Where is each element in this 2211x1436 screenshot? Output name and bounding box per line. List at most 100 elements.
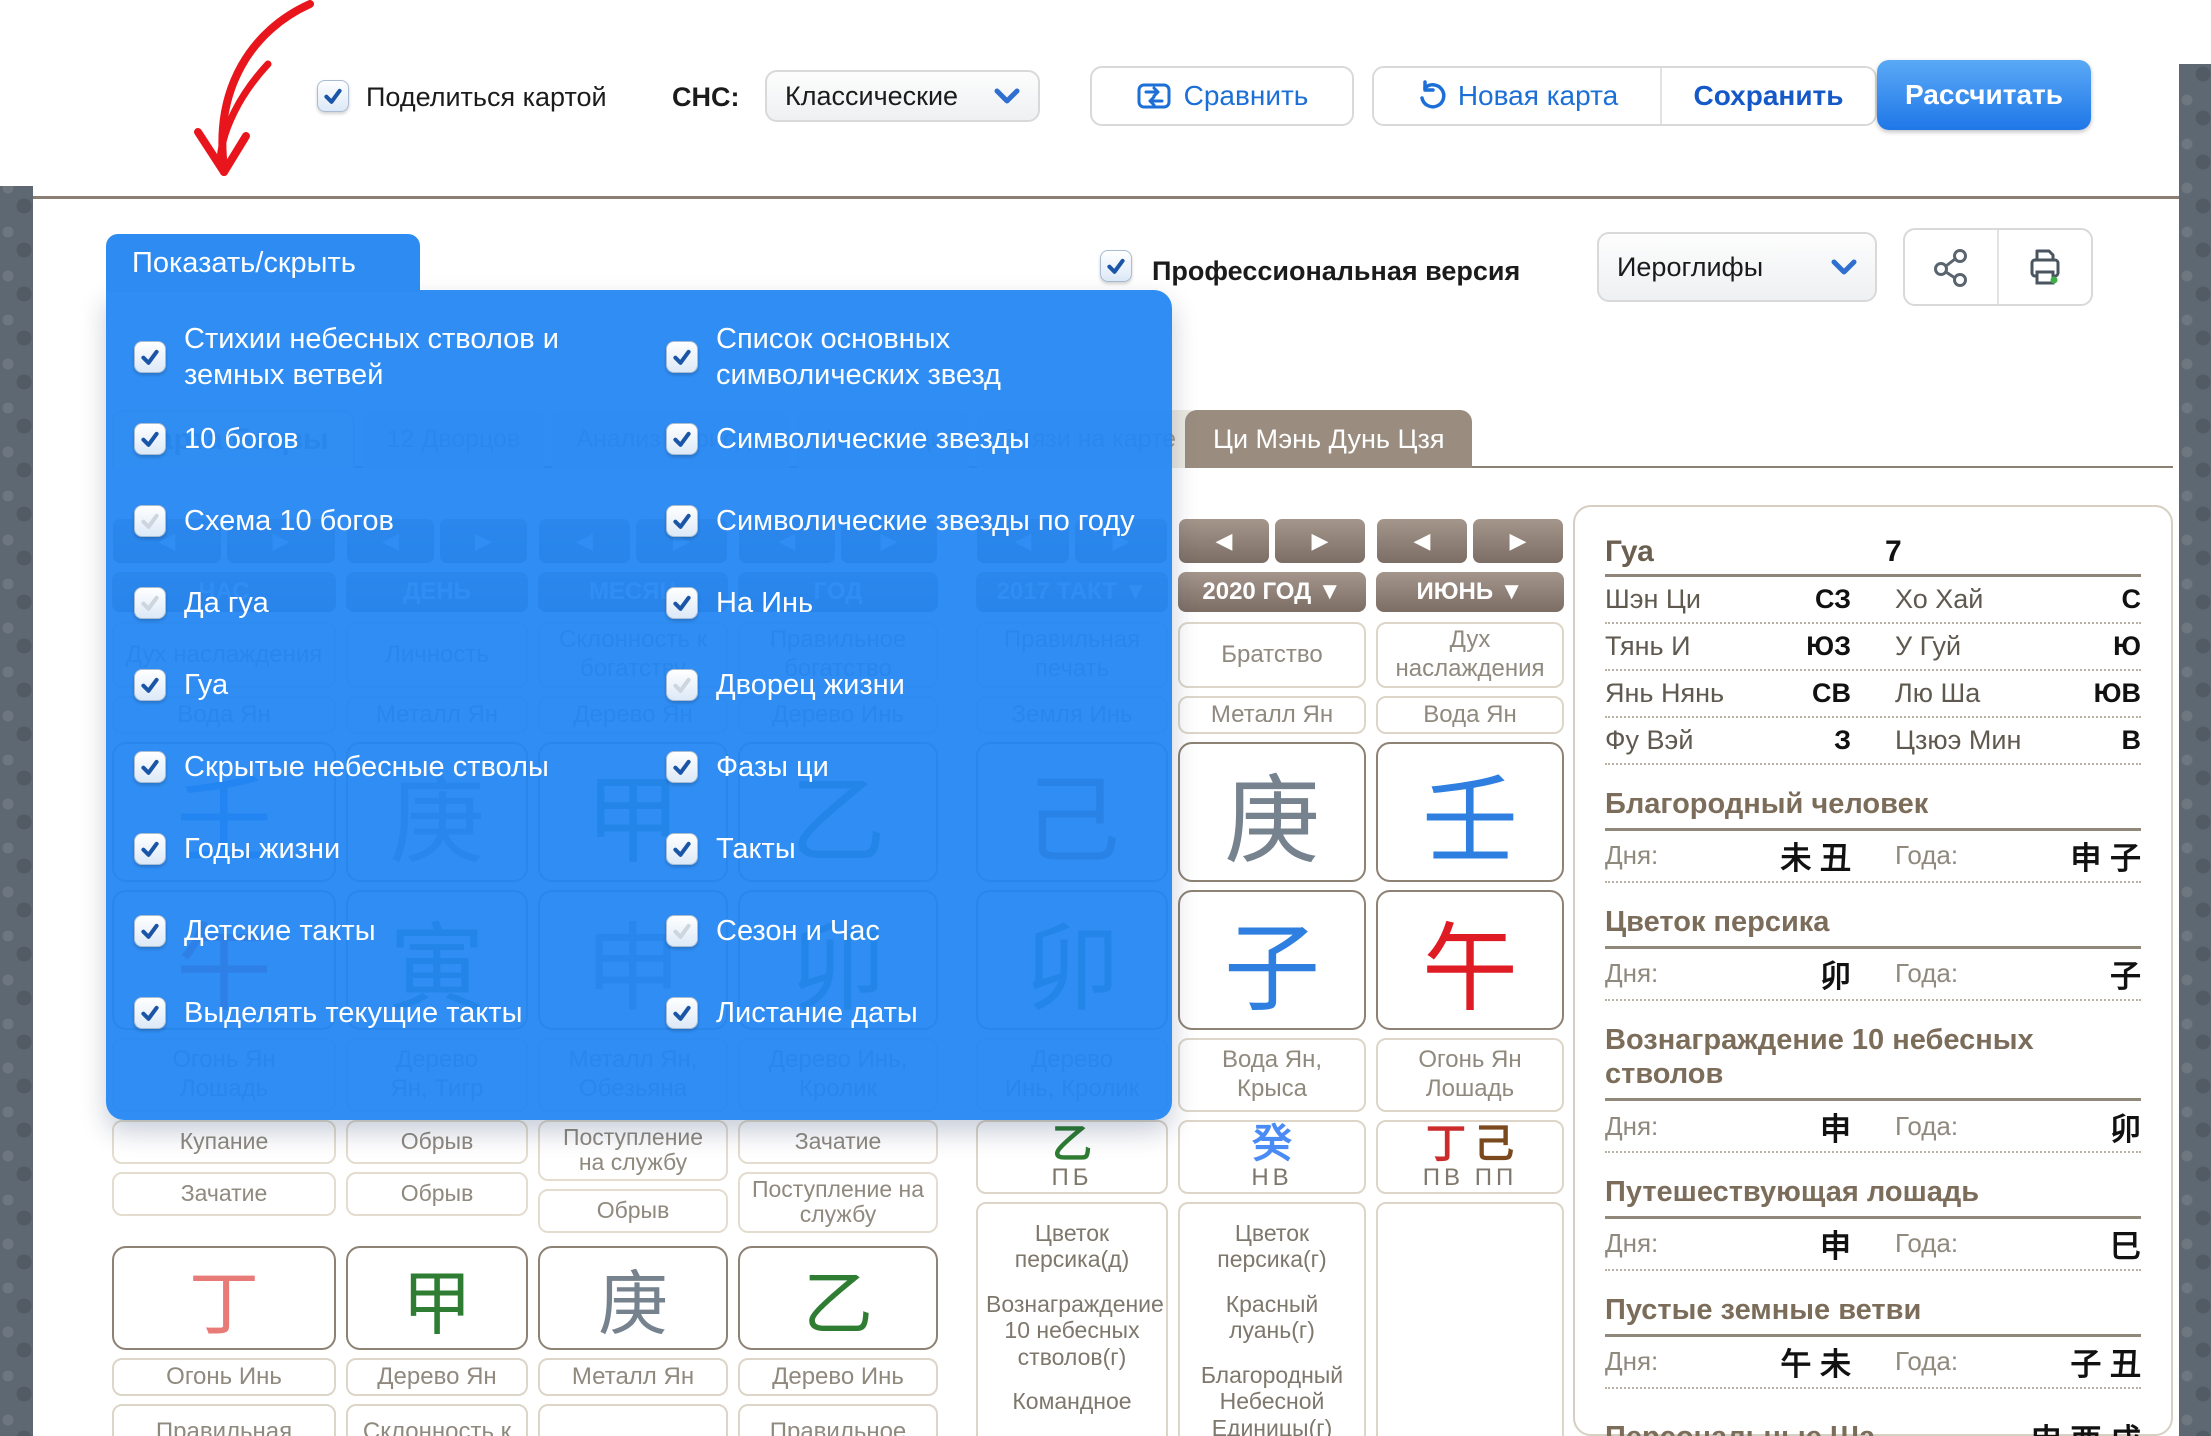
option-gua[interactable]: Гуа	[134, 644, 612, 726]
cns-dropdown-value: Классические	[785, 81, 958, 112]
calculate-button[interactable]: Рассчитать	[1877, 60, 2091, 130]
direction-label: Тянь И	[1605, 631, 1690, 662]
option-label: Выделять текущие такты	[184, 995, 522, 1031]
stem2-char: 乙	[803, 1248, 873, 1349]
option-date-paging[interactable]: Листание даты	[666, 972, 1144, 1054]
option-ten-gods[interactable]: 10 богов	[134, 398, 612, 480]
next-arrow-button[interactable]: ▶	[1472, 518, 1564, 564]
gua-info-panel: Гуа 7 Шэн ЦиСЗ Хо ХайС Тянь ИЮЗ У ГуйЮ Я…	[1573, 505, 2173, 1436]
option-label: Фазы ци	[716, 749, 829, 785]
pro-version-checkbox[interactable]	[1100, 250, 1132, 282]
option-da-gua[interactable]: Да гуа	[134, 562, 612, 644]
glyphs-dropdown-value: Иероглифы	[1617, 252, 1763, 283]
option-season-and-hour[interactable]: Сезон и Час	[666, 890, 1144, 972]
pillar-nav: ◀ ▶	[1178, 518, 1366, 564]
left-triangle-icon: ◀	[1414, 528, 1431, 554]
stem2-char: 丁	[189, 1248, 259, 1349]
checkbox[interactable]	[134, 341, 166, 373]
stage-cell: Зачатие	[738, 1120, 938, 1164]
tab-qi-men-dun-jia[interactable]: Ци Мэнь Дунь Цзя	[1185, 410, 1472, 468]
option-life-years[interactable]: Годы жизни	[134, 808, 612, 890]
save-button[interactable]: Сохранить	[1662, 68, 1875, 124]
checkbox[interactable]	[666, 915, 698, 947]
pillar-header-june[interactable]: ИЮНЬ ▼	[1376, 572, 1564, 612]
checkbox[interactable]	[134, 587, 166, 619]
checkbox[interactable]	[134, 423, 166, 455]
star-item: Командное	[986, 1388, 1158, 1414]
option-label: Скрытые небесные стволы	[184, 749, 549, 785]
star-item: Благородный Небесной Единицы(г)	[1188, 1362, 1356, 1436]
section-title: Пустые земные ветви	[1605, 1293, 2141, 1337]
checkbox[interactable]	[134, 915, 166, 947]
option-symbolic-stars-by-year[interactable]: Символические звезды по году	[666, 480, 1144, 562]
year-value: 卯	[2110, 1104, 2141, 1149]
checkbox[interactable]	[666, 505, 698, 537]
cns-dropdown[interactable]: Классические	[765, 70, 1040, 122]
chevron-down-icon	[994, 87, 1020, 105]
check-icon	[671, 756, 693, 778]
day-value: 卯	[1820, 951, 1851, 996]
prev-arrow-button[interactable]: ◀	[1178, 518, 1270, 564]
option-takts[interactable]: Такты	[666, 808, 1144, 890]
option-hidden-stems[interactable]: Скрытые небесные стволы	[134, 726, 612, 808]
checkbox[interactable]	[666, 833, 698, 865]
check-icon	[139, 510, 161, 532]
checkbox[interactable]	[134, 751, 166, 783]
day-label: Дня:	[1605, 958, 1658, 989]
show-hide-panel-tab[interactable]: Показать/скрыть	[106, 234, 420, 292]
direction-value: З	[1834, 725, 1851, 756]
left-triangle-icon: ◀	[1216, 528, 1233, 554]
option-label: Да гуа	[184, 585, 269, 621]
hidden-stem-char: 乙	[1052, 1124, 1092, 1164]
stage-cell: Поступление на службу	[538, 1120, 728, 1181]
checkbox[interactable]	[134, 833, 166, 865]
compare-button[interactable]: Сравнить	[1090, 66, 1354, 126]
option-qi-phases[interactable]: Фазы ци	[666, 726, 1144, 808]
checkbox[interactable]	[666, 669, 698, 701]
option-highlight-current-takts[interactable]: Выделять текущие такты	[134, 972, 612, 1054]
year-label: Года:	[1895, 1111, 1958, 1142]
pillar-header-2020[interactable]: 2020 ГОД ▼	[1178, 572, 1366, 612]
option-ten-gods-scheme[interactable]: Схема 10 богов	[134, 480, 612, 562]
option-na-yin[interactable]: На Инь	[666, 562, 1144, 644]
hidden-stems-cell: 癸 НВ	[1178, 1120, 1366, 1194]
hidden-stems-cell: 乙 ПБ	[976, 1120, 1168, 1194]
section-row: Дня:未 丑 Года:申 子	[1605, 831, 2141, 883]
branch-info-cell: Огонь Ян Лошадь	[1376, 1038, 1564, 1112]
option-stems-branches-elements[interactable]: Стихии небесных стволов и земных ветвей	[134, 316, 612, 398]
checkbox[interactable]	[134, 669, 166, 701]
checkbox[interactable]	[666, 751, 698, 783]
stage-cell: Обрыв	[346, 1120, 528, 1164]
stage-cell: Купание	[112, 1120, 336, 1164]
next-arrow-button[interactable]: ▶	[1274, 518, 1366, 564]
check-icon	[139, 838, 161, 860]
share-button[interactable]	[1905, 230, 1999, 304]
option-label: Дворец жизни	[716, 667, 905, 703]
checkbox[interactable]	[666, 997, 698, 1029]
option-life-palace[interactable]: Дворец жизни	[666, 644, 1144, 726]
check-icon	[139, 920, 161, 942]
checkbox[interactable]	[666, 587, 698, 619]
year-value: 子 丑	[2070, 1339, 2141, 1384]
pillar-year-2020: ◀ ▶ 2020 ГОД ▼ Братство Металл Ян 庚 子 Во…	[1178, 518, 1366, 1436]
pro-version-label: Профессиональная версия	[1152, 256, 1520, 287]
option-label: Символические звезды по году	[716, 503, 1135, 539]
stem2-cell: 庚	[538, 1246, 728, 1350]
glyphs-dropdown[interactable]: Иероглифы	[1597, 232, 1877, 302]
option-child-takts[interactable]: Детские такты	[134, 890, 612, 972]
share-card-checkbox[interactable]	[317, 80, 349, 112]
year-value: 巳	[2110, 1221, 2141, 1266]
direction-label: Янь Нянь	[1605, 678, 1724, 709]
option-main-symbolic-stars-list[interactable]: Список основных символических звезд	[666, 316, 1144, 398]
check-icon	[671, 1002, 693, 1024]
checkbox[interactable]	[134, 505, 166, 537]
checkbox[interactable]	[134, 997, 166, 1029]
checkbox[interactable]	[666, 423, 698, 455]
checkbox[interactable]	[666, 341, 698, 373]
undo-icon	[1416, 80, 1448, 112]
check-icon	[671, 838, 693, 860]
print-button[interactable]	[1999, 230, 2091, 304]
new-card-button[interactable]: Новая карта	[1374, 68, 1662, 124]
option-symbolic-stars[interactable]: Символические звезды	[666, 398, 1144, 480]
prev-arrow-button[interactable]: ◀	[1376, 518, 1468, 564]
